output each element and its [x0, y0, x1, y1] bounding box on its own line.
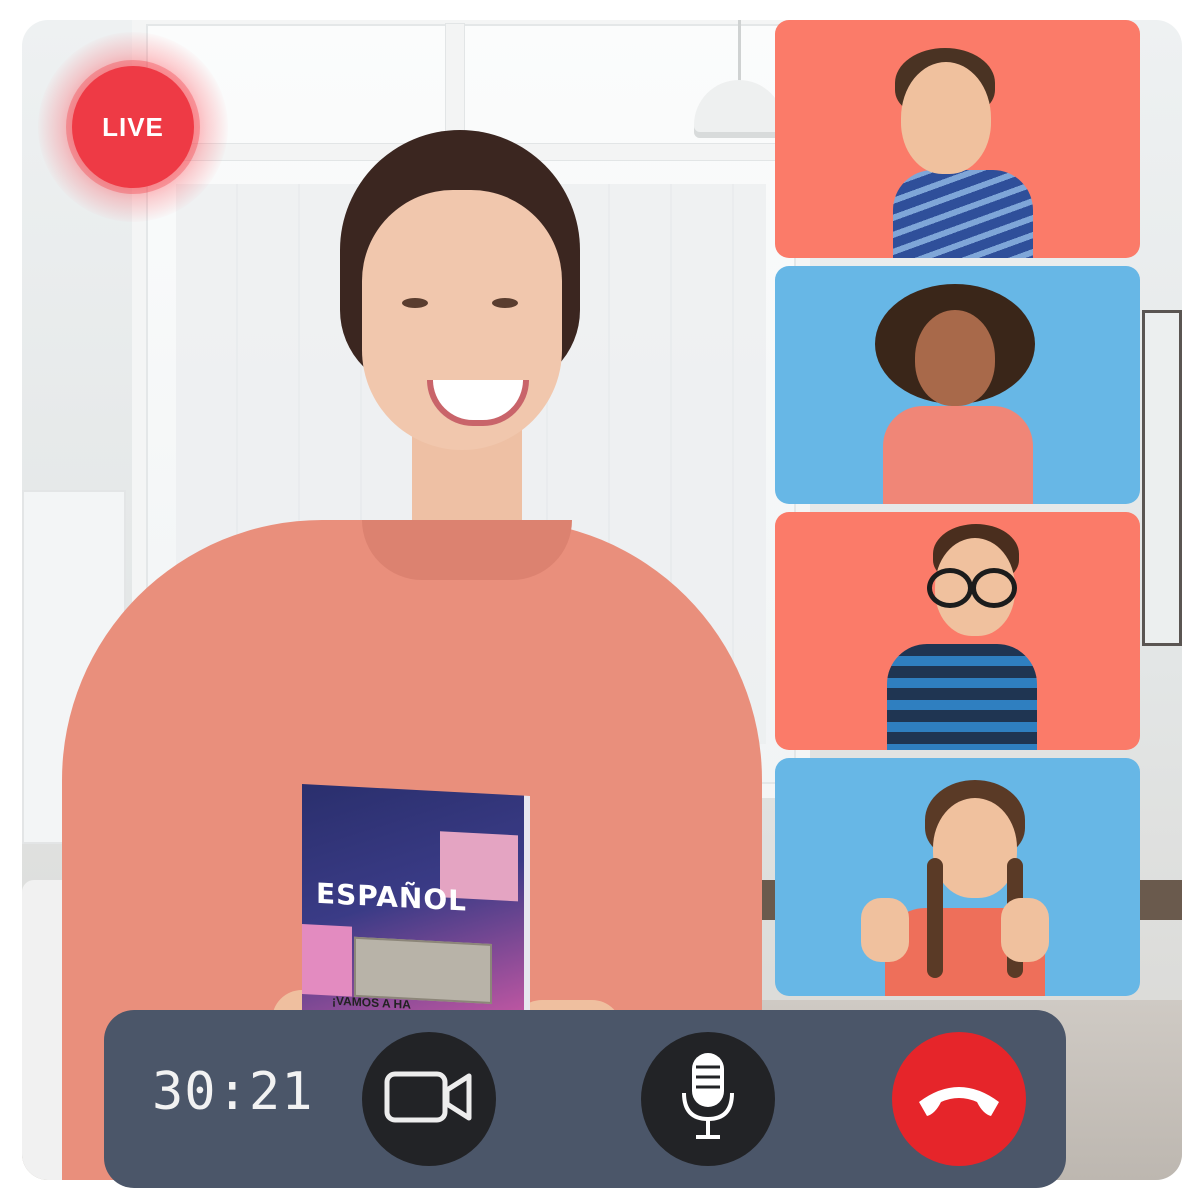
video-camera-icon [383, 1066, 475, 1133]
toggle-video-button[interactable] [362, 1032, 496, 1166]
background-picture-frame [1142, 310, 1182, 646]
book-title: ESPAÑOL [316, 876, 467, 918]
end-call-button[interactable] [892, 1032, 1026, 1166]
hang-up-phone-icon [911, 1072, 1007, 1127]
participant-tile-1[interactable] [775, 20, 1140, 258]
thumbs-up-hand-left [861, 898, 909, 962]
live-badge: LIVE [72, 66, 194, 188]
participant-tile-3[interactable] [775, 512, 1140, 750]
thumbs-up-hand-right [1001, 898, 1049, 962]
microphone-icon [678, 1049, 738, 1150]
spanish-book: ESPAÑOL ¡VAMOS A HA [302, 784, 530, 1036]
participant-tile-2[interactable] [775, 266, 1140, 504]
toggle-microphone-button[interactable] [641, 1032, 775, 1166]
participant-tile-4[interactable] [775, 758, 1140, 996]
call-timer: 30:21 [152, 1062, 314, 1122]
call-controls-bar: 30:21 [104, 1010, 1066, 1188]
book-subtitle: ¡VAMOS A HA [332, 993, 411, 1012]
